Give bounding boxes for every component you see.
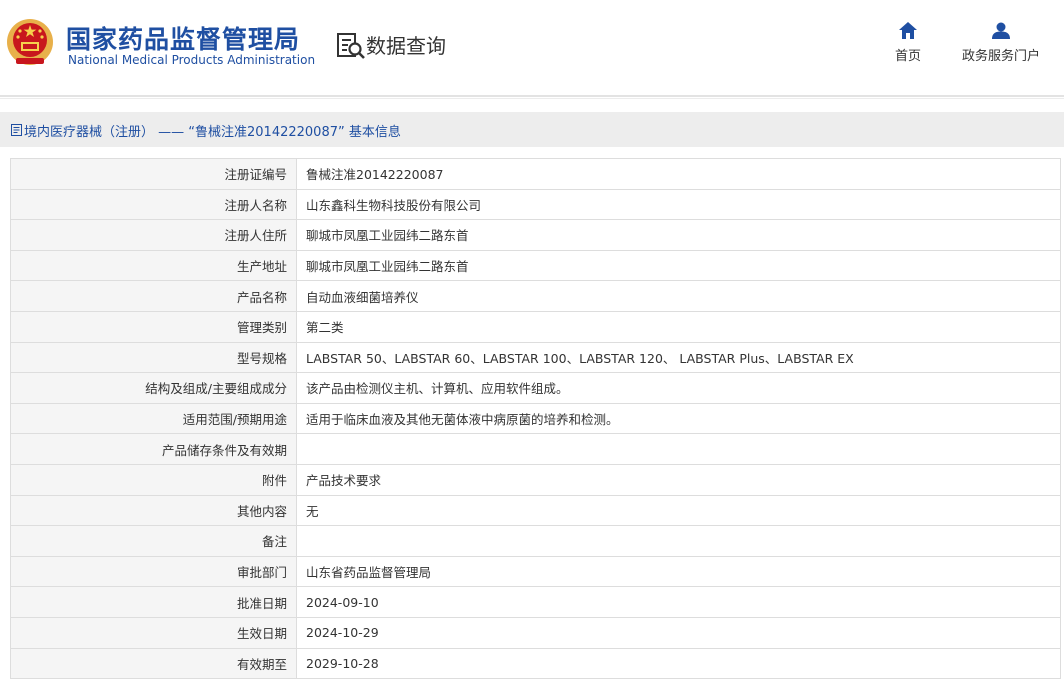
table-row: 备注 bbox=[10, 525, 1061, 557]
table-row: 适用范围/预期用途 适用于临床血液及其他无菌体液中病原菌的培养和检测。 bbox=[10, 402, 1061, 435]
table-row: 审批部门 山东省药品监督管理局 bbox=[10, 555, 1061, 588]
field-label: 有效期至 bbox=[10, 647, 297, 680]
table-row: 产品储存条件及有效期 bbox=[10, 433, 1061, 465]
field-label: 批准日期 bbox=[10, 586, 297, 618]
breadcrumb-text: 境内医疗器械（注册） —— “鲁械注准20142220087” 基本信息 bbox=[24, 125, 401, 140]
field-value: 该产品由检测仪主机、计算机、应用软件组成。 bbox=[296, 372, 1061, 404]
table-row: 型号规格 LABSTAR 50、LABSTAR 60、LABSTAR 100、LA… bbox=[10, 341, 1061, 374]
field-value bbox=[296, 525, 1061, 557]
org-name-cn: 国家药品监督管理局 bbox=[66, 25, 301, 54]
field-value: 2024-09-10 bbox=[296, 586, 1061, 618]
field-label: 结构及组成/主要组成成分 bbox=[10, 372, 297, 404]
home-icon bbox=[899, 22, 917, 39]
header-divider-inner bbox=[0, 98, 1064, 99]
nav-home-label: 首页 bbox=[894, 49, 921, 64]
search-document-icon bbox=[337, 33, 365, 59]
table-row: 附件 产品技术要求 bbox=[10, 463, 1061, 496]
field-label: 注册人住所 bbox=[10, 219, 297, 251]
field-label: 型号规格 bbox=[10, 341, 297, 374]
field-label: 备注 bbox=[10, 525, 297, 557]
table-row: 注册证编号 鲁械注准20142220087 bbox=[10, 158, 1061, 190]
site-header: 国家药品监督管理局 National Medical Products Admi… bbox=[0, 0, 1064, 95]
nav-home-link[interactable]: 首页 bbox=[890, 22, 926, 64]
field-value: 2029-10-28 bbox=[296, 647, 1061, 680]
user-icon bbox=[992, 22, 1010, 39]
field-value: 2024-10-29 bbox=[296, 616, 1061, 649]
table-row: 有效期至 2029-10-28 bbox=[10, 647, 1061, 680]
field-label: 适用范围/预期用途 bbox=[10, 402, 297, 435]
field-label: 产品名称 bbox=[10, 280, 297, 312]
field-value: 聊城市凤凰工业园纬二路东首 bbox=[296, 249, 1061, 282]
org-name-en: National Medical Products Administration bbox=[68, 53, 316, 67]
field-label: 注册人名称 bbox=[10, 188, 297, 221]
field-value: 自动血液细菌培养仪 bbox=[296, 280, 1061, 312]
field-label: 附件 bbox=[10, 463, 297, 496]
field-label: 产品储存条件及有效期 bbox=[10, 433, 297, 465]
table-row: 注册人名称 山东鑫科生物科技股份有限公司 bbox=[10, 188, 1061, 221]
field-value: 无 bbox=[296, 494, 1061, 527]
field-label: 审批部门 bbox=[10, 555, 297, 588]
field-label: 其他内容 bbox=[10, 494, 297, 527]
field-value: 聊城市凤凰工业园纬二路东首 bbox=[296, 219, 1061, 251]
field-value: 产品技术要求 bbox=[296, 463, 1061, 496]
query-title: 数据查询 bbox=[366, 34, 446, 58]
breadcrumb: 境内医疗器械（注册） —— “鲁械注准20142220087” 基本信息 bbox=[0, 112, 1064, 147]
field-value bbox=[296, 433, 1061, 465]
field-value: 山东鑫科生物科技股份有限公司 bbox=[296, 188, 1061, 221]
field-label: 注册证编号 bbox=[10, 158, 297, 190]
table-row: 生效日期 2024-10-29 bbox=[10, 616, 1061, 649]
field-value: 第二类 bbox=[296, 310, 1061, 343]
national-emblem-icon bbox=[7, 19, 53, 65]
field-value: 适用于临床血液及其他无菌体液中病原菌的培养和检测。 bbox=[296, 402, 1061, 435]
field-value: LABSTAR 50、LABSTAR 60、LABSTAR 100、LABSTA… bbox=[296, 341, 1061, 374]
table-row: 管理类别 第二类 bbox=[10, 310, 1061, 343]
nav-portal-label: 政务服务门户 bbox=[961, 49, 1040, 64]
field-label: 管理类别 bbox=[10, 310, 297, 343]
field-label: 生效日期 bbox=[10, 616, 297, 649]
table-row: 结构及组成/主要组成成分 该产品由检测仪主机、计算机、应用软件组成。 bbox=[10, 372, 1061, 404]
field-value: 鲁械注准20142220087 bbox=[296, 158, 1061, 190]
registration-info-table: 注册证编号 鲁械注准20142220087 注册人名称 山东鑫科生物科技股份有限公司注… bbox=[10, 158, 1061, 680]
header-divider bbox=[0, 95, 1064, 97]
table-row: 其他内容无 bbox=[10, 494, 1061, 527]
table-row: 批准日期 2024-09-10 bbox=[10, 586, 1061, 618]
document-icon bbox=[11, 124, 22, 136]
table-row: 注册人住所 聊城市凤凰工业园纬二路东首 bbox=[10, 219, 1061, 251]
field-label: 生产地址 bbox=[10, 249, 297, 282]
table-row: 生产地址 聊城市凤凰工业园纬二路东首 bbox=[10, 249, 1061, 282]
nav-portal-link[interactable]: 政务服务门户 bbox=[956, 22, 1046, 64]
field-value: 山东省药品监督管理局 bbox=[296, 555, 1061, 588]
table-row: 产品名称 自动血液细菌培养仪 bbox=[10, 280, 1061, 312]
